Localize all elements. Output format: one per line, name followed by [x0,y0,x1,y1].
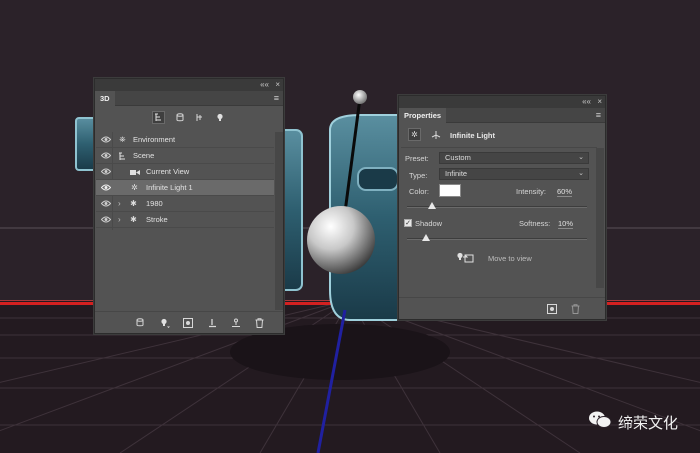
close-icon[interactable]: × [597,97,602,107]
layer-label: Environment [133,135,176,144]
add-light-icon[interactable] [158,316,171,329]
layer-row-scene[interactable]: Scene [96,148,274,164]
intensity-slider[interactable] [407,202,587,209]
material-filter-icon[interactable] [193,111,206,124]
preset-label: Preset: [405,154,429,163]
scene-icon [117,148,128,164]
intensity-label: Intensity: [516,187,547,196]
mesh-icon: ✱ [130,199,137,208]
layer-label: Stroke [146,215,168,224]
layer-row-infinite-light[interactable]: ✲ Infinite Light 1 [96,180,274,196]
panel-properties-tabrow: Properties ≡ [399,108,605,123]
eye-icon[interactable] [101,212,113,228]
trash-icon[interactable] [253,316,266,329]
panel-3d-tabrow: 3D ≡ [95,91,283,106]
eye-icon[interactable] [101,180,113,196]
layer-list: ⛯ Environment Scene Current View ✲ Infin… [96,132,274,230]
panel-menu-icon[interactable]: ≡ [596,111,601,120]
layer-row-1980[interactable]: › ✱ 1980 [96,196,274,212]
move-to-view-icon[interactable] [455,251,475,264]
mesh-icon: ✱ [130,215,137,224]
watermark: 缔荣文化 [588,410,678,434]
render-icon[interactable] [133,316,146,329]
render-preview-icon[interactable] [545,302,558,315]
tab-properties[interactable]: Properties [399,108,447,123]
panel-3d-titlebar[interactable]: «« × [95,79,283,91]
constraint-icon[interactable] [229,316,242,329]
divider [401,147,597,148]
infinite-light-icon: ✲ [131,183,138,192]
softness-slider[interactable] [407,234,587,241]
panel-properties-titlebar[interactable]: «« × [399,96,605,108]
watermark-text: 缔荣文化 [617,414,678,432]
softness-label: Softness: [519,219,551,228]
shadow-label: Shadow [415,219,443,228]
expand-chevron-icon[interactable]: › [118,196,121,212]
properties-scrollbar[interactable] [596,148,604,288]
light-filter-icon[interactable] [213,111,226,124]
eye-icon[interactable] [101,164,113,180]
softness-value[interactable]: 10% [558,219,574,229]
preset-value: Custom [445,153,471,162]
add-material-icon[interactable] [181,316,194,329]
panel-menu-icon[interactable]: ≡ [274,94,279,103]
light-knob [353,90,367,104]
properties-heading: Infinite Light [450,131,495,140]
type-value: Infinite [445,169,468,178]
ground-icon[interactable] [205,316,218,329]
coordinates-tab-icon[interactable] [429,128,442,141]
scene-filter-icon[interactable] [152,111,165,124]
environment-icon: ⛯ [119,135,126,144]
chevron-down-icon: ⌄ [578,154,584,161]
layer-list-scrollbar[interactable] [275,132,283,310]
softness-slider-thumb[interactable] [422,234,431,241]
shadow-checkbox[interactable]: ✓ [404,219,412,227]
layer-row-current-view[interactable]: Current View [96,164,274,180]
filter-bar [95,106,283,130]
panel-3d-footer [95,311,283,333]
collapse-icon[interactable]: «« [260,80,269,90]
eye-icon[interactable] [101,132,113,148]
layer-row-stroke[interactable]: › ✱ Stroke [96,212,274,228]
color-label: Color: [409,187,430,196]
move-to-view-label[interactable]: Move to view [488,254,532,263]
panel-properties: «« × Properties ≡ ✲ Infinite Light Prese… [398,95,606,320]
layer-label: Scene [133,151,155,160]
color-swatch[interactable] [439,184,461,197]
eye-icon[interactable] [101,148,113,164]
expand-chevron-icon[interactable]: › [118,212,121,228]
layer-label: Current View [146,167,190,176]
trash-icon[interactable] [569,302,582,315]
collapse-icon[interactable]: «« [582,97,591,107]
intensity-value[interactable]: 60% [557,187,573,197]
intensity-slider-thumb[interactable] [427,202,436,209]
panel-properties-footer [399,297,605,319]
mesh-filter-icon[interactable] [173,111,186,124]
layer-label: 1980 [146,199,163,208]
light-tab-icon[interactable]: ✲ [408,128,421,141]
preset-select[interactable]: Custom ⌄ [439,152,589,164]
tab-3d[interactable]: 3D [95,91,115,106]
layer-label: Infinite Light 1 [146,183,193,192]
chevron-down-icon: ⌄ [578,170,584,177]
eye-icon[interactable] [101,196,113,212]
type-label: Type: [409,171,428,180]
type-select[interactable]: Infinite ⌄ [439,168,589,180]
wechat-icon [588,410,612,434]
panel-3d: «« × 3D ≡ ⛯ Environment Scene Current Vi… [94,78,284,334]
layer-row-environment[interactable]: ⛯ Environment [96,132,274,148]
camera-icon [129,164,140,180]
close-icon[interactable]: × [275,80,280,90]
light-sphere [307,206,375,274]
